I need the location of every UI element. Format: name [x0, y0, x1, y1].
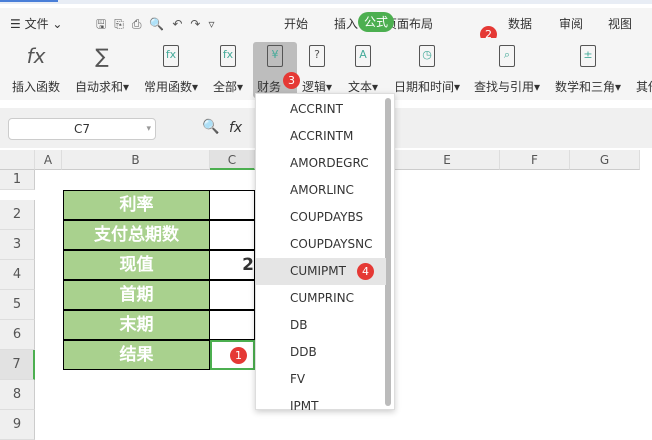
logical-button[interactable]: ? 逻辑▾: [302, 42, 332, 95]
tab-home[interactable]: 开始: [284, 15, 308, 32]
tab-formulas[interactable]: 公式: [358, 12, 394, 32]
row-header[interactable]: 8: [0, 380, 35, 410]
file-label: 文件: [24, 17, 49, 31]
row-header[interactable]: 1: [0, 170, 35, 190]
text-book-icon: A: [348, 42, 378, 70]
menu-bar: ☰ 文件 ⌄ 🖫⎘⎙🔍↶↷▿ 开始 插入 页面布局 公式 2 数据 审阅 视图: [0, 8, 652, 43]
function-item[interactable]: CUMPRINC: [256, 285, 386, 312]
label-cell[interactable]: 现值: [63, 250, 210, 280]
column-header[interactable]: A: [35, 150, 62, 170]
function-item[interactable]: IPMT: [256, 393, 386, 420]
row-header[interactable]: 6: [0, 320, 35, 350]
lookup-reference-button[interactable]: ⌕ 查找与引用▾: [474, 42, 540, 95]
row-header[interactable]: 9: [0, 410, 35, 440]
all-functions-button[interactable]: fx 全部▾: [213, 42, 243, 95]
book-icon: [636, 42, 652, 70]
tab-insert[interactable]: 插入: [334, 15, 358, 32]
label: 查找与引用▾: [474, 80, 541, 94]
column-header[interactable]: G: [570, 150, 640, 170]
step-badge-3: 3: [283, 72, 300, 89]
math-trig-button[interactable]: ± 数学和三角▾: [555, 42, 621, 95]
function-item[interactable]: AMORDEGRC: [256, 150, 386, 177]
label: 自动求和▾: [75, 80, 130, 94]
tab-review[interactable]: 审阅: [559, 15, 583, 32]
question-book-icon: ?: [302, 42, 332, 70]
function-item[interactable]: ACCRINTM: [256, 123, 386, 150]
common-functions-button[interactable]: fx 常用函数▾: [144, 42, 198, 95]
label: 日期和时间▾: [394, 80, 461, 94]
value-cell[interactable]: [210, 220, 255, 250]
label-cell[interactable]: 支付总期数: [63, 220, 210, 250]
search-book-icon: ⌕: [474, 42, 540, 70]
step-badge-1: 1: [230, 347, 247, 364]
tab-view[interactable]: 视图: [608, 15, 632, 32]
insert-function-button[interactable]: fx 插入函数: [12, 42, 60, 95]
label: 常用函数▾: [144, 80, 199, 94]
financial-button[interactable]: ¥ 财务: [253, 42, 297, 98]
label-cell[interactable]: 末期: [63, 310, 210, 340]
fx-label[interactable]: fx: [229, 120, 242, 136]
autosum-button[interactable]: ∑ 自动求和▾: [75, 42, 129, 95]
star-fx-icon: fx: [144, 42, 198, 70]
window-tab-strip: [0, 0, 652, 4]
row-header[interactable]: 5: [0, 290, 35, 320]
value-cell[interactable]: [210, 280, 255, 310]
label-cell[interactable]: 利率: [63, 190, 210, 220]
clock-book-icon: ◷: [394, 42, 460, 70]
label-cell[interactable]: 首期: [63, 280, 210, 310]
tab-data[interactable]: 数据: [508, 15, 532, 32]
label-cell[interactable]: 结果: [63, 340, 210, 370]
select-all-corner[interactable]: [0, 150, 35, 170]
label: 其他: [636, 80, 652, 94]
column-header[interactable]: C: [210, 150, 255, 170]
name-box[interactable]: C7 ▾: [8, 118, 156, 140]
column-header[interactable]: F: [500, 150, 570, 170]
label: 数学和三角▾: [555, 80, 622, 94]
fx-book-icon: fx: [213, 42, 243, 70]
yen-book-icon: ¥: [253, 42, 297, 70]
function-item[interactable]: AMORLINC: [256, 177, 386, 204]
function-item[interactable]: DB: [256, 312, 386, 339]
row-header[interactable]: 3: [0, 230, 35, 260]
step-badge-4: 4: [357, 263, 374, 280]
function-item[interactable]: FV: [256, 366, 386, 393]
financial-functions-dropdown: ACCRINT ACCRINTM AMORDEGRC AMORLINC COUPDAYB…: [255, 93, 395, 413]
value-cell[interactable]: [210, 190, 255, 220]
ribbon: fx 插入函数 ∑ 自动求和▾ fx 常用函数▾ fx 全部▾ ¥ 财务 3 ? 逻辑▾ A…: [0, 38, 652, 100]
function-item[interactable]: DDB: [256, 339, 386, 366]
fx-icon: fx: [26, 44, 46, 68]
column-header[interactable]: B: [62, 150, 210, 170]
more-functions-button[interactable]: 其他: [636, 42, 652, 95]
text-button[interactable]: A 文本▾: [348, 42, 378, 95]
file-menu[interactable]: ☰ 文件 ⌄: [10, 15, 62, 32]
function-item[interactable]: COUPDAYBS: [256, 204, 386, 231]
date-time-button[interactable]: ◷ 日期和时间▾: [394, 42, 460, 95]
row-header[interactable]: 4: [0, 260, 35, 290]
math-book-icon: ±: [555, 42, 621, 70]
sigma-icon: ∑: [95, 44, 109, 68]
label: 插入函数: [12, 80, 61, 94]
zoom-icon[interactable]: 🔍: [202, 119, 219, 135]
value-cell[interactable]: 2: [210, 250, 255, 280]
row-header[interactable]: 2: [0, 200, 35, 230]
row-header[interactable]: 7: [0, 350, 35, 380]
label: 全部▾: [213, 80, 244, 94]
cell-ref: C7: [73, 122, 90, 136]
quick-access-toolbar[interactable]: 🖫⎘⎙🔍↶↷▿: [96, 15, 223, 36]
column-header[interactable]: E: [395, 150, 500, 170]
value-cell[interactable]: [210, 310, 255, 340]
function-item[interactable]: ACCRINT: [256, 96, 386, 123]
function-item[interactable]: COUPDAYSNC: [256, 231, 386, 258]
